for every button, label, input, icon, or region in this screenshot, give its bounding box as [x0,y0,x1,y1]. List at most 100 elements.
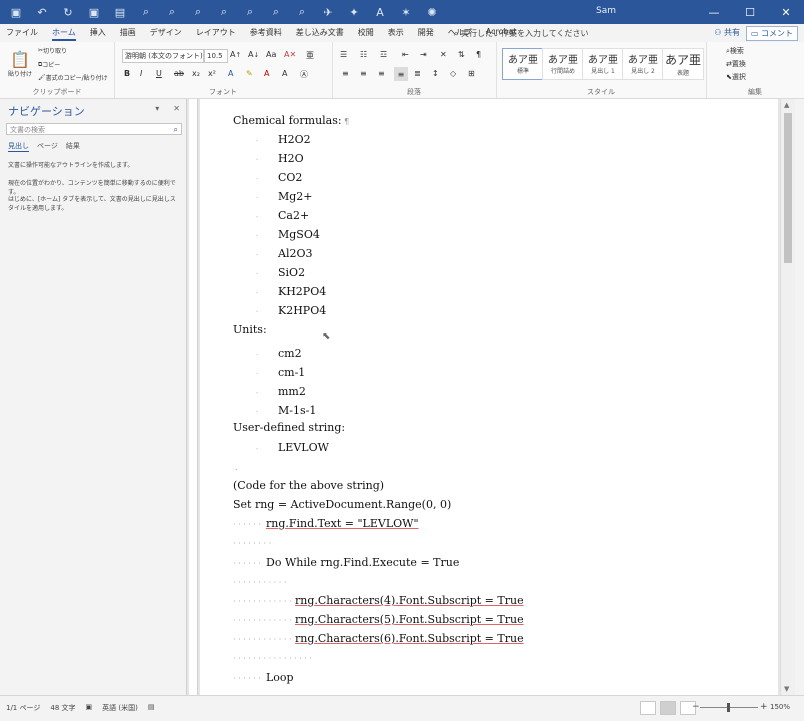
share-button[interactable]: ⚇ 共有 [714,27,740,38]
user-name[interactable]: Sam [596,6,616,16]
tab-results[interactable]: 結果 [66,141,80,152]
font-size-box[interactable]: 10.5 [204,49,228,63]
zoom-out-button[interactable]: − [692,702,700,712]
align-right-icon[interactable]: ≡ [378,69,385,78]
align-left-icon[interactable]: ≡ [342,69,349,78]
text-effects-icon[interactable]: A [228,69,233,78]
scroll-down-icon[interactable]: ▼ [784,685,789,693]
zoom-slider-thumb[interactable] [727,703,730,712]
search-icon[interactable]: ⌕ [216,4,232,20]
vertical-scrollbar[interactable]: ▲ ▼ [780,99,795,695]
redo-icon[interactable]: ↻ [60,4,76,20]
select-button[interactable]: ⬉ 選択 [726,72,746,82]
zoom-level[interactable]: 150% [770,703,790,711]
decrease-indent-icon[interactable]: ⇤ [402,50,409,59]
close-icon[interactable]: ✕ [173,104,180,113]
undo-icon[interactable]: ↶ [34,4,50,20]
justify-icon[interactable]: ≡ [394,67,408,81]
tab-home[interactable]: ホーム [52,27,76,41]
search-icon[interactable]: ⌕ [164,4,180,20]
clear-format-icon[interactable]: A✕ [284,50,296,59]
print-layout-icon[interactable] [660,701,676,715]
bullets-icon[interactable]: ☰ [340,50,347,59]
strikethrough-icon[interactable]: ab [174,69,184,78]
style-title[interactable]: あア亜 表題 [662,48,704,80]
change-case-icon[interactable]: Aa [266,50,276,59]
scroll-up-icon[interactable]: ▲ [784,101,789,109]
chevron-down-icon[interactable]: ▾ [155,104,159,113]
minimize-button[interactable]: — [696,0,732,24]
read-mode-icon[interactable] [640,701,656,715]
tab-view[interactable]: 表示 [388,27,404,41]
multilevel-list-icon[interactable]: ☲ [380,50,387,59]
tab-developer[interactable]: 開発 [418,27,434,41]
italic-icon[interactable]: I [140,69,142,78]
grow-font-icon[interactable]: A ↑ [230,50,241,59]
paste-button[interactable]: 📋 貼り付け [6,46,34,82]
asian-layout-icon[interactable]: ✕ [440,50,447,59]
star-icon[interactable]: ✦ [346,4,362,20]
style-heading-1[interactable]: あア亜 見出し 1 [582,48,624,80]
zoom-in-button[interactable]: + [760,702,768,712]
word-count[interactable]: 48 文字 [50,703,75,713]
format-painter-button[interactable]: 🖌 書式のコピー/貼り付け [38,73,108,82]
search-icon[interactable]: ⌕ [242,4,258,20]
nav-search-input[interactable]: 文書の検索 ⌕ [6,123,182,135]
search-icon[interactable]: ⌕ [190,4,206,20]
save-icon[interactable]: ▣ [8,4,24,20]
tab-pages[interactable]: ページ [37,141,58,152]
text-icon[interactable]: A [372,4,388,20]
bird-icon[interactable]: ✈ [320,4,336,20]
font-name-box[interactable]: 游明朝 (本文のフォント) [122,49,204,63]
page-count[interactable]: 1/1 ページ [6,703,40,713]
tab-file[interactable]: ファイル [6,27,38,41]
cut-button[interactable]: ✂ 切り取り [38,46,67,55]
shrink-font-icon[interactable]: A ↓ [248,50,259,59]
style-no-spacing[interactable]: あア亜 行間詰め [542,48,584,80]
highlight-icon[interactable]: ✎ [246,69,253,78]
font-color-icon[interactable]: A [264,69,269,78]
tab-mailings[interactable]: 差し込み文書 [296,27,344,41]
comment-button[interactable]: ▭ コメント [745,26,798,41]
line-spacing-icon[interactable]: ↕ [432,69,439,78]
gear-icon[interactable]: ✺ [424,4,440,20]
tab-design[interactable]: デザイン [150,27,182,41]
macro-record-icon[interactable]: ▤ [148,703,155,713]
star-icon[interactable]: ✶ [398,4,414,20]
subscript-icon[interactable]: x₂ [192,69,200,78]
document-page[interactable]: Chemical formulas: ¶ · H2O2 · H2O · CO2 … [200,99,778,695]
new-doc-icon[interactable]: ▤ [112,4,128,20]
tab-layout[interactable]: レイアウト [196,27,236,41]
tab-references[interactable]: 参考資料 [250,27,282,41]
sort-icon[interactable]: ⇅ [458,50,465,59]
search-icon[interactable]: ⌕ [174,124,178,136]
tab-draw[interactable]: 描画 [120,27,136,41]
underline-icon[interactable]: U [156,69,162,78]
find-button[interactable]: ⌕ 検索 [726,46,744,56]
search-icon[interactable]: ⌕ [294,4,310,20]
style-heading-2[interactable]: あア亜 見出し 2 [622,48,664,80]
tab-review[interactable]: 校閲 [358,27,374,41]
tell-me-box[interactable]: ⌕ 実行したい作業を入力してください [454,28,589,39]
phonetic-icon[interactable]: 亜 [306,50,314,61]
proofing-icon[interactable]: ▣ [86,703,93,713]
align-center-icon[interactable]: ≡ [360,69,367,78]
save-icon[interactable]: ▣ [86,4,102,20]
enclose-char-icon[interactable]: Ⓐ [300,69,308,80]
language-status[interactable]: 英語 (米国) [102,703,138,713]
superscript-icon[interactable]: x² [208,69,216,78]
char-shading-icon[interactable]: A [282,69,287,78]
tab-headings[interactable]: 見出し [8,141,29,152]
show-marks-icon[interactable]: ¶ [476,50,481,59]
increase-indent-icon[interactable]: ⇥ [420,50,427,59]
borders-icon[interactable]: ⊞ [468,69,475,78]
search-icon[interactable]: ⌕ [138,4,154,20]
tab-insert[interactable]: 挿入 [90,27,106,41]
shading-icon[interactable]: ◇ [450,69,456,78]
search-icon[interactable]: ⌕ [268,4,284,20]
style-normal[interactable]: あア亜 標準 [502,48,544,80]
numbering-icon[interactable]: ☷ [360,50,367,59]
maximize-button[interactable]: ☐ [732,0,768,24]
scroll-thumb[interactable] [784,113,792,263]
copy-button[interactable]: ⧉ コピー [38,60,60,70]
